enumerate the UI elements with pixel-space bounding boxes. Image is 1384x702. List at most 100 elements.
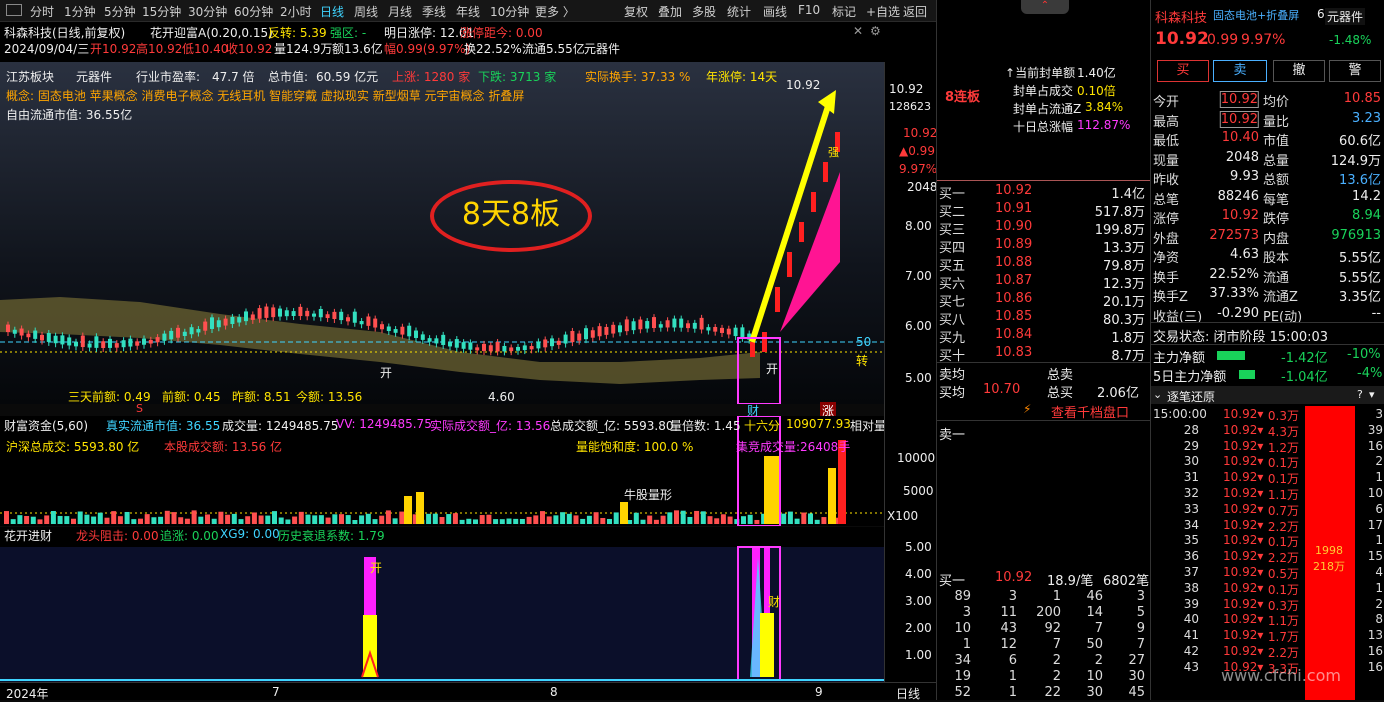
cancel-button[interactable]: 撤 [1273, 60, 1325, 82]
toolbar-fuquan[interactable]: 复权 [624, 3, 648, 20]
stat-value: 4.63 [1230, 247, 1259, 262]
toolbar-tongji[interactable]: 统计 [727, 3, 751, 20]
toolbar-fanhui[interactable]: 返回 [903, 3, 927, 20]
candle [196, 329, 201, 333]
dropdown-icon[interactable]: ▾ [1369, 388, 1375, 401]
zl-val: -1.42亿 [1281, 351, 1328, 366]
x-mode[interactable]: 日线 [896, 685, 920, 702]
period-15min[interactable]: 15分钟 [142, 3, 181, 20]
period-quarterly[interactable]: 季线 [422, 3, 446, 20]
buy-level-volume: 20.1万 [1103, 295, 1145, 310]
range-val: 幅0.99(9.97%) [384, 42, 471, 56]
help-icon[interactable]: ? [1357, 388, 1363, 401]
stat-value: 22.52% [1209, 266, 1259, 282]
vol-bar [278, 517, 284, 524]
period-fenshi[interactable]: 分时 [30, 3, 54, 20]
period-monthly[interactable]: 月线 [388, 3, 412, 20]
wr-bar [1239, 370, 1255, 379]
candle [638, 319, 643, 330]
period-2h[interactable]: 2小时 [280, 3, 312, 20]
divider [937, 420, 1151, 421]
vol-bar [667, 512, 673, 524]
buy-button[interactable]: 买 [1157, 60, 1209, 82]
candle [488, 345, 493, 352]
vol-bar [191, 510, 197, 524]
period-daily[interactable]: 日线 [320, 3, 344, 20]
kline-chart[interactable]: 江苏板块 元器件 行业市盈率: 47.7 倍 总市值: 60.59 亿元 上涨:… [0, 62, 884, 419]
order-book-column: ⌃ 8连板 ↑当前封单额 1.40亿 封单占成交 0.10倍 封单占流通Z 3.… [936, 0, 1151, 700]
vol-bar [553, 515, 559, 524]
vol-bar [332, 514, 338, 524]
tick-price: 10.92▾ [1223, 438, 1264, 453]
close-icon[interactable]: ✕ [853, 24, 863, 38]
ind-tick-3: 3.00 [905, 594, 932, 608]
divider [1151, 344, 1384, 345]
buy-level-price: 10.84 [995, 327, 1033, 342]
vol-bar [37, 519, 43, 524]
ind-tick-2: 2.00 [905, 621, 932, 635]
candle [590, 330, 595, 338]
queue-cell: 2 [1052, 669, 1061, 684]
toolbar-f10[interactable]: F10 [798, 3, 820, 17]
buy-level-volume: 12.3万 [1103, 277, 1145, 292]
stat-value: 60.6亿 [1339, 134, 1381, 149]
indicator-panel[interactable]: 花开进财 龙头阻击: 0.00 追涨: 0.00 XG9: 0.00 历史衰退系… [0, 527, 884, 682]
buy-level-volume: 517.8万 [1094, 205, 1145, 220]
lianban-bubble: 8天8板 [430, 180, 592, 252]
period-5min[interactable]: 5分钟 [104, 3, 136, 20]
period-10min[interactable]: 10分钟 [490, 3, 529, 20]
grid-icon[interactable] [6, 4, 22, 16]
candle [176, 327, 180, 338]
fd-val: 1.40亿 [1077, 66, 1116, 80]
candle [441, 334, 446, 345]
queue-cell: 3 [1008, 589, 1017, 604]
candle [332, 311, 337, 319]
period-60min[interactable]: 60分钟 [234, 3, 273, 20]
period-1min[interactable]: 1分钟 [64, 3, 96, 20]
stock-sector-tag[interactable]: 元器件 [1325, 8, 1366, 25]
vol-bar [339, 514, 344, 524]
buy-level-volume: 79.8万 [1103, 259, 1145, 274]
gear-icon[interactable]: ⚙ [870, 24, 881, 38]
candle [597, 326, 602, 337]
toolbar-biaoji[interactable]: 标记 [832, 3, 856, 20]
candle [692, 322, 697, 329]
alert-button[interactable]: 警 [1329, 60, 1381, 82]
candle [60, 335, 65, 345]
buy-level-price: 10.92 [995, 183, 1033, 198]
qiandang-link[interactable]: 查看千档盘口 [1051, 402, 1129, 421]
tick-volume: 1.1万 [1267, 614, 1299, 629]
period-30min[interactable]: 30分钟 [188, 3, 227, 20]
close-val: 收10.92 [226, 42, 273, 56]
vol-bar [754, 519, 760, 524]
queue-cell: 27 [1128, 653, 1145, 668]
period-yearly[interactable]: 年线 [456, 3, 480, 20]
toolbar-duogu[interactable]: 多股 [692, 3, 716, 20]
vol-zcj: 总成交额_亿: 5593.80 [550, 419, 674, 433]
b1-label: 买一 [939, 574, 966, 589]
period-weekly[interactable]: 周线 [354, 3, 378, 20]
more-menu[interactable]: 更多 〉 [535, 3, 575, 20]
queue-cell: 9 [1136, 621, 1145, 636]
vol-bar [17, 515, 23, 524]
fdcj-label: 封单占成交 [1013, 84, 1074, 98]
vol-bar [613, 512, 619, 524]
up-count: 上涨: 1280 家 [392, 70, 471, 84]
vol-bar [265, 515, 271, 524]
sector-pct: -1.48% [1329, 33, 1372, 47]
toolbar-huaxian[interactable]: 画线 [763, 3, 787, 20]
toolbar-diejia[interactable]: 叠加 [658, 3, 682, 20]
free-float: 自由流通市值: 36.55亿 [6, 108, 133, 122]
sell-button[interactable]: 卖 [1213, 60, 1267, 82]
candle [12, 329, 17, 334]
fanzhuan: 反转: 5.39 [268, 26, 327, 40]
vol-jj: 集竞成交量:26408手 [736, 440, 851, 454]
vol-bar [131, 519, 137, 524]
y-tick-6: 6.00 [905, 319, 932, 333]
expand-icon[interactable]: ⌄ [1153, 388, 1162, 401]
y-axis: 10.92 128623 10.92 ▲0.99 9.97% 2048 8.00… [884, 62, 938, 682]
toolbar-zixuan[interactable]: +自选 [866, 3, 900, 20]
vol-bar [727, 516, 733, 524]
volume-panel[interactable]: 财富资金(5,60) 真实流通市值: 36.55 成交量: 1249485.75… [0, 416, 886, 526]
collapse-arrow-icon[interactable]: ⌃ [1021, 0, 1069, 14]
